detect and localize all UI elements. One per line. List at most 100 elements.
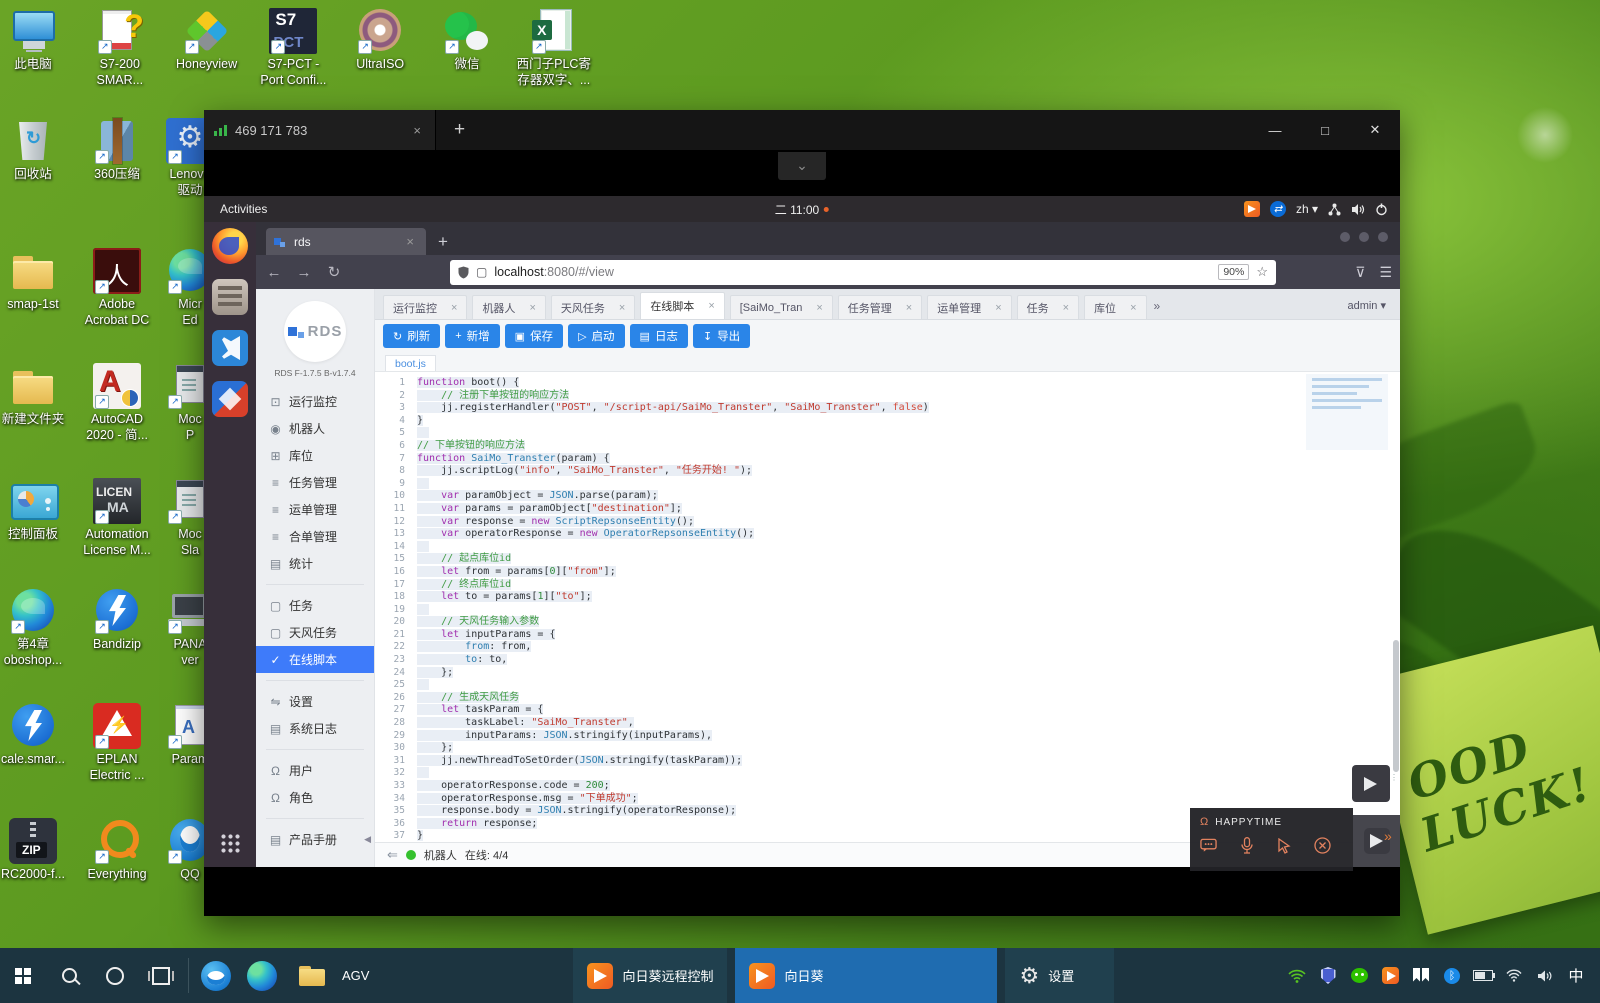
desktop-icon[interactable]: ↗西门子PLC寄 存器双字、... <box>512 8 596 88</box>
chat-icon[interactable] <box>1200 837 1217 854</box>
desktop-icon[interactable]: 此电脑 <box>0 8 75 73</box>
app-tab-运行监控[interactable]: 运行监控× <box>383 295 467 319</box>
desktop-icon[interactable]: 回收站 <box>0 118 75 183</box>
url-text[interactable]: localhost:8080/#/view <box>494 265 1211 279</box>
sidebar-item-合单管理[interactable]: ≡合单管理 <box>256 523 374 550</box>
close-session-icon[interactable]: × <box>409 123 425 138</box>
power-icon[interactable] <box>1375 203 1388 216</box>
show-applications-icon[interactable] <box>220 833 240 853</box>
desktop-icon[interactable]: ↗AutoCAD 2020 - 简... <box>75 363 159 443</box>
desktop-icon[interactable]: ↗Everything <box>75 818 159 883</box>
sunflower-side-panel[interactable] <box>1353 815 1400 867</box>
wechat-tray-icon[interactable] <box>1349 966 1369 986</box>
close-tab-icon[interactable]: × <box>529 302 535 314</box>
search-button[interactable] <box>46 948 92 1003</box>
volume-icon[interactable] <box>1351 203 1365 216</box>
app-dock-icon[interactable] <box>212 381 248 417</box>
desktop-icon[interactable]: RC2000-f... <box>0 818 75 883</box>
editor-minimap[interactable] <box>1306 374 1388 450</box>
desktop-icon[interactable]: ↗Honeyview <box>165 8 249 73</box>
speaker-icon[interactable] <box>1535 966 1555 986</box>
toolbar-button-保存[interactable]: ▣保存 <box>505 324 563 348</box>
close-tab-icon[interactable]: × <box>816 302 822 314</box>
app-tab-库位[interactable]: 库位× <box>1084 295 1146 319</box>
app-tab-运单管理[interactable]: 运单管理× <box>927 295 1011 319</box>
desktop-icon[interactable]: 新建文件夹 <box>0 363 75 428</box>
file-tab-bootjs[interactable]: boot.js <box>385 355 436 371</box>
code-editor[interactable]: 1function boot() {2 // 注册下单按钮的响应方法3 jj.r… <box>375 372 1400 842</box>
agv-folder-button[interactable]: AGV <box>285 948 383 1003</box>
admin-user-menu[interactable]: admin ▾ <box>1347 299 1386 312</box>
activities-button[interactable]: Activities <box>204 202 283 216</box>
sidebar-item-用户[interactable]: Ω用户 <box>256 757 374 784</box>
close-tab-icon[interactable]: × <box>1063 302 1069 314</box>
close-circle-icon[interactable] <box>1314 837 1331 854</box>
docs-tray-icon[interactable] <box>1411 966 1431 986</box>
desktop-icon[interactable]: ↗Adobe Acrobat DC <box>75 248 159 328</box>
settings-button[interactable]: ⚙ 设置 <box>1005 948 1114 1003</box>
app-tab-任务管理[interactable]: 任务管理× <box>838 295 922 319</box>
close-tab-icon[interactable]: × <box>451 302 457 314</box>
desktop-icon[interactable]: ↗UltraISO <box>338 8 422 73</box>
desktop-icon[interactable]: ↗Automation License M... <box>75 478 159 558</box>
sidebar-item-任务[interactable]: ▢任务 <box>256 592 374 619</box>
sidebar-item-统计[interactable]: ▤统计 <box>256 550 374 577</box>
app-tab-[SaiMo_Tran[interactable]: [SaiMo_Tran× <box>730 295 833 319</box>
firefox-dock-icon[interactable] <box>212 228 248 264</box>
desktop-icon[interactable]: ↗微信 <box>425 8 509 73</box>
maximize-button[interactable]: □ <box>1300 123 1350 138</box>
sidebar-item-设置[interactable]: ⇋设置 <box>256 688 374 715</box>
desktop-icon[interactable]: 控制面板 <box>0 478 75 543</box>
app-tab-在线脚本[interactable]: 在线脚本× <box>640 292 724 319</box>
drag-handle-icon[interactable]: ⋮ <box>1390 773 1399 782</box>
sidebar-item-天风任务[interactable]: ▢天风任务 <box>256 619 374 646</box>
close-tab-icon[interactable]: × <box>906 302 912 314</box>
desktop-icon[interactable]: smap-1st <box>0 248 75 313</box>
window-button[interactable] <box>1359 232 1369 242</box>
more-tabs-icon[interactable]: » <box>1154 299 1161 313</box>
reload-button[interactable]: ↻ <box>324 263 344 281</box>
close-tab-icon[interactable]: × <box>1130 302 1136 314</box>
sunflower-app-button-active[interactable]: 向日葵 <box>735 948 997 1003</box>
close-tab-icon[interactable]: × <box>619 302 625 314</box>
bluetooth-icon[interactable]: ᛒ <box>1442 966 1462 986</box>
sidebar-item-角色[interactable]: Ω角色 <box>256 784 374 811</box>
app-tab-任务[interactable]: 任务× <box>1017 295 1079 319</box>
desktop-icon[interactable]: ↗第4章 oboshop... <box>0 588 75 668</box>
sidebar-item-系统日志[interactable]: ▤系统日志 <box>256 715 374 742</box>
sunflower-tray-icon[interactable] <box>1380 966 1400 986</box>
edge-button[interactable] <box>239 948 285 1003</box>
input-language-menu[interactable]: zh ▾ <box>1296 202 1318 216</box>
wifi-icon[interactable] <box>1287 966 1307 986</box>
new-tab-button[interactable]: + <box>438 232 448 252</box>
ubuntu-clock[interactable]: 二 11:00 <box>775 201 829 218</box>
desktop-icon[interactable]: ↗EPLAN Electric ... <box>75 703 159 783</box>
sunflower-remote-control-button[interactable]: 向日葵远程控制 <box>573 948 727 1003</box>
sidebar-item-库位[interactable]: ⊞库位 <box>256 442 374 469</box>
toolbar-button-新增[interactable]: +新增 <box>445 324 499 348</box>
remote-session-tab[interactable]: 469 171 783 × <box>204 110 436 150</box>
sidebar-item-在线脚本[interactable]: ✓在线脚本 <box>256 646 374 673</box>
window-button[interactable] <box>1378 232 1388 242</box>
back-button[interactable]: ← <box>264 264 284 281</box>
desktop-icon[interactable]: ↗S7-PCT - Port Confi... <box>251 8 335 88</box>
zoom-level-badge[interactable]: 90% <box>1218 264 1249 280</box>
toolbar-button-启动[interactable]: ▷启动 <box>568 324 624 348</box>
editor-scrollbar[interactable] <box>1393 640 1399 772</box>
page-info-icon[interactable]: ▢ <box>476 265 487 279</box>
sidebar-item-运单管理[interactable]: ≡运单管理 <box>256 496 374 523</box>
address-bar[interactable]: ▢ localhost:8080/#/view 90% ☆ <box>450 260 1276 285</box>
new-session-button[interactable]: + <box>454 119 465 141</box>
files-dock-icon[interactable] <box>212 279 248 315</box>
cursor-icon[interactable] <box>1276 837 1293 854</box>
teamviewer-tray-icon[interactable]: ⇄ <box>1270 201 1286 217</box>
desktop-icon[interactable]: ↗S7-200 SMAR... <box>78 8 162 88</box>
app-tab-天风任务[interactable]: 天风任务× <box>551 295 635 319</box>
task-view-button[interactable] <box>138 948 184 1003</box>
start-button[interactable] <box>0 948 46 1003</box>
close-button[interactable]: ✕ <box>1350 122 1400 138</box>
close-tab-icon[interactable]: × <box>708 300 714 312</box>
desktop-icon[interactable]: cale.smar... <box>0 703 75 768</box>
sidebar-item-机器人[interactable]: ◉机器人 <box>256 415 374 442</box>
network-icon[interactable] <box>1328 203 1341 216</box>
